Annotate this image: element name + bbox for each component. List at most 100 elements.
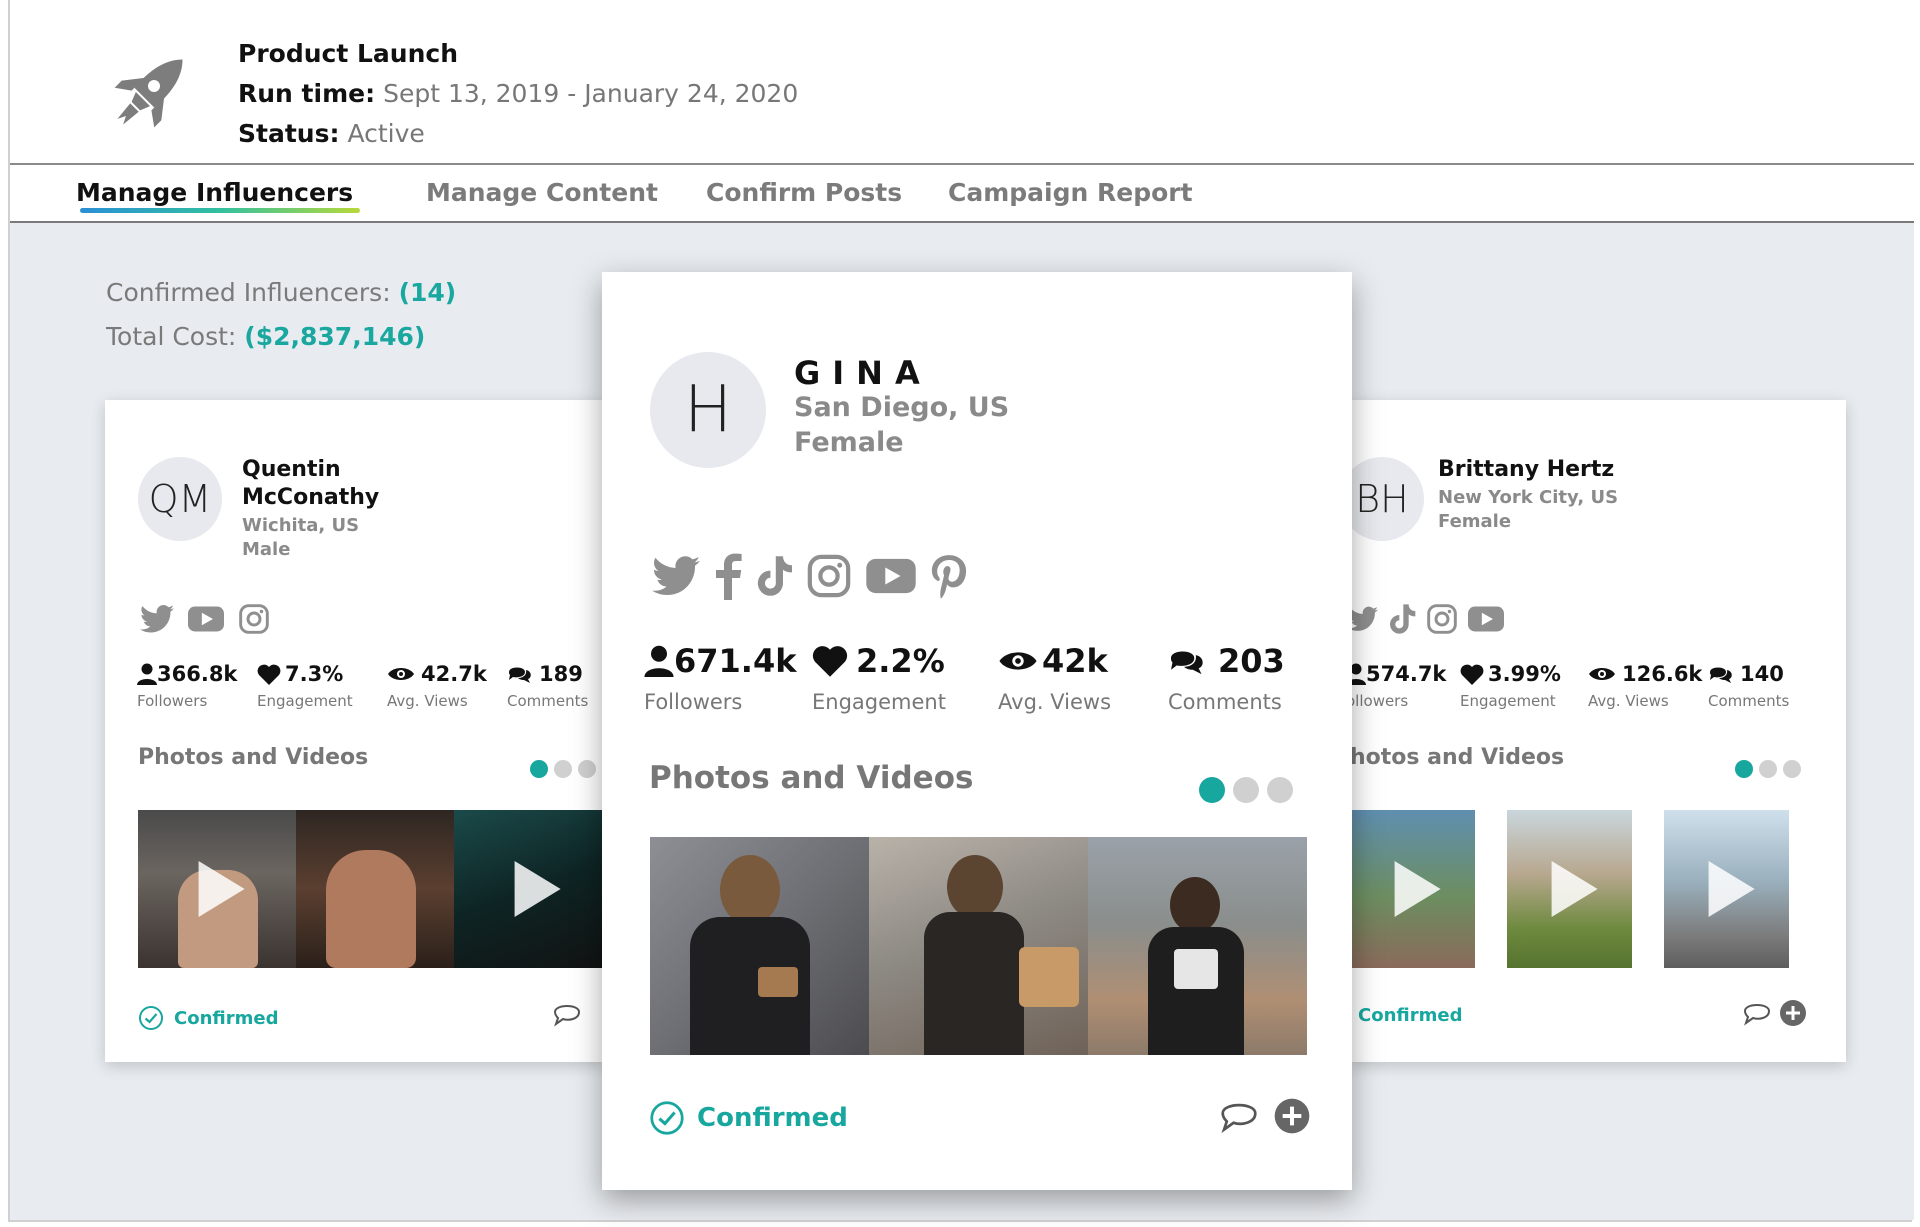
stat-followers: 671.4k Followers [644,642,797,714]
carousel-dot[interactable] [530,760,548,778]
tiktok-icon[interactable] [1388,603,1416,635]
influencer-name: Quentin McConathy [242,457,380,510]
video-thumbnail[interactable] [454,810,605,968]
comment-icon[interactable] [1218,1097,1260,1135]
media-gallery [138,810,605,968]
influencer-card-quentin[interactable]: QM Quentin McConathy Wichita, US Male 36… [105,400,605,1062]
carousel-dot[interactable] [1783,760,1801,778]
photos-videos-title: Photos and Videos [138,745,369,770]
tab-bar: Manage Influencers Manage Content Confir… [10,165,1914,223]
stat-comments: 189 Comments [507,662,589,710]
influencer-name: GINA [794,354,932,392]
comment-icon[interactable] [1742,999,1772,1027]
stat-avg-views: 42k Avg. Views [998,642,1112,714]
instagram-icon[interactable] [1426,603,1458,635]
play-icon[interactable] [1708,861,1755,917]
carousel-dot[interactable] [1199,777,1225,803]
play-icon[interactable] [514,861,561,917]
carousel-dots[interactable] [530,760,596,778]
photo-thumbnail[interactable] [650,837,869,1055]
add-icon[interactable] [1272,1096,1312,1136]
photo-thumbnail[interactable] [869,837,1088,1055]
total-cost: Total Cost: ($2,837,146) [106,322,426,351]
tab-manage-content[interactable]: Manage Content [426,173,658,213]
carousel-dots[interactable] [1735,760,1801,778]
youtube-icon[interactable] [188,605,224,633]
photos-videos-title: Photos and Videos [649,760,974,796]
photo-figure [1170,877,1220,933]
comments-icon [1710,667,1732,683]
app-frame: Product Launch Run time: Sept 13, 2019 - … [8,0,1914,1222]
heart-icon [812,646,848,677]
stat-avg-views: 126.6k Avg. Views [1588,662,1703,710]
stat-engagement: 7.3% Engagement [257,662,353,710]
tab-confirm-posts[interactable]: Confirm Posts [706,173,902,213]
tiktok-icon[interactable] [756,553,792,599]
carousel-dot[interactable] [1267,777,1293,803]
video-thumbnail[interactable] [1664,810,1789,968]
carousel-dots[interactable] [1199,777,1293,803]
twitter-icon[interactable] [652,555,700,597]
influencer-card-gina[interactable]: H GINA San Diego, US Female 671.4k Follo… [602,272,1352,1190]
add-icon[interactable] [1778,998,1808,1028]
media-gallery [650,837,1307,1055]
media-gallery [1350,810,1810,968]
instagram-icon[interactable] [238,603,270,635]
carousel-dot[interactable] [1735,760,1753,778]
photo-figure [720,855,780,925]
confirmed-status[interactable]: Confirmed [1358,1005,1462,1026]
twitter-icon[interactable] [1350,604,1378,634]
video-thumbnail[interactable] [1350,810,1475,968]
campaign-info: Product Launch Run time: Sept 13, 2019 - … [238,34,798,154]
photo-figure [924,912,1024,1055]
carousel-dot[interactable] [1233,777,1259,803]
confirmed-status[interactable]: Confirmed [138,1005,278,1031]
campaign-summary: Confirmed Influencers: (14) Total Cost: … [106,271,456,359]
youtube-icon[interactable] [866,557,916,595]
campaign-status: Status: Active [238,119,425,148]
influencer-name: Brittany Hertz [1438,457,1615,482]
photo-figure [326,850,416,968]
youtube-icon[interactable] [1468,605,1504,633]
photo-thumbnail[interactable] [1088,837,1307,1055]
confirmed-status[interactable]: Confirmed [649,1100,848,1136]
heart-icon [257,664,281,685]
comment-icon[interactable] [552,1000,582,1028]
photo-figure [1019,947,1079,1007]
instagram-icon[interactable] [806,553,852,599]
carousel-dot[interactable] [578,760,596,778]
stat-engagement: 3.99% Engagement [1460,662,1561,710]
carousel-dot[interactable] [1759,760,1777,778]
play-icon[interactable] [198,861,245,917]
social-links [140,603,270,635]
avatar: BH [1350,457,1424,541]
eye-icon [388,668,414,680]
video-thumbnail[interactable] [1507,810,1632,968]
photo-figure [1148,927,1244,1055]
photo-figure [947,855,1003,919]
card-actions [1218,1096,1312,1136]
photo-thumbnail[interactable] [296,810,454,968]
campaign-header: Product Launch Run time: Sept 13, 2019 - … [10,0,1914,165]
tab-campaign-report[interactable]: Campaign Report [948,173,1193,213]
pinterest-icon[interactable] [930,553,968,599]
check-circle-icon [139,1006,163,1030]
check-circle-icon [650,1101,684,1135]
person-icon [137,663,157,685]
social-links [652,552,968,600]
video-thumbnail[interactable] [138,810,296,968]
facebook-icon[interactable] [714,552,742,600]
influencer-meta: New York City, US Female [1438,487,1619,532]
carousel-dot[interactable] [554,760,572,778]
play-icon[interactable] [1551,861,1598,917]
comments-icon [1171,651,1203,675]
twitter-icon[interactable] [140,604,174,634]
heart-icon [1460,664,1484,685]
play-icon[interactable] [1394,861,1441,917]
influencer-card-brittany[interactable]: BH Brittany Hertz New York City, US Fema… [1350,400,1846,1062]
stat-followers: 574.7k ollowers [1350,662,1446,710]
tab-manage-influencers[interactable]: Manage Influencers [76,173,353,213]
confirmed-influencers-count: Confirmed Influencers: (14) [106,278,457,307]
eye-icon [1589,668,1615,680]
social-links [1350,603,1504,635]
